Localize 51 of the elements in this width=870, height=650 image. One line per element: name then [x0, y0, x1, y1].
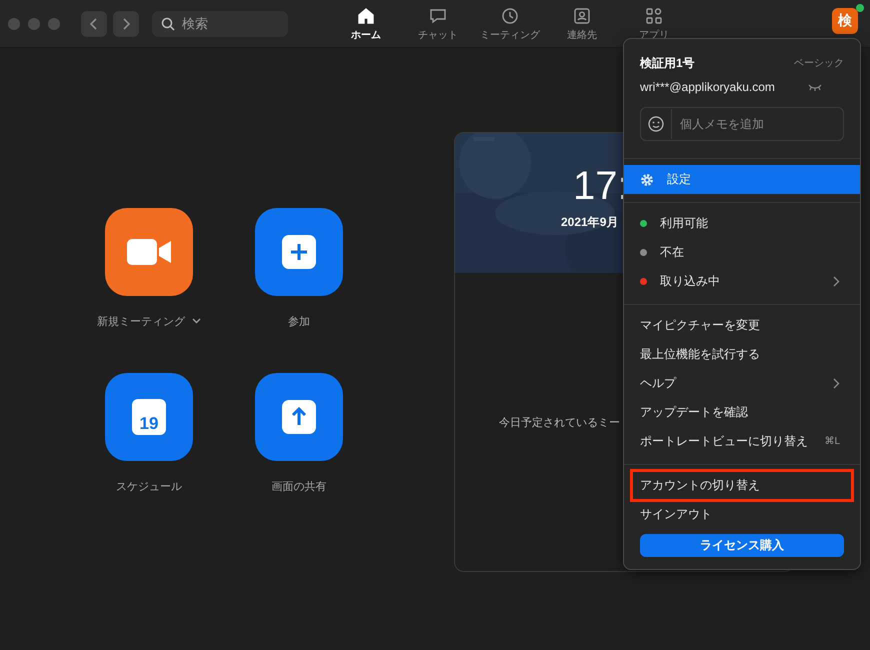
- action-label: 画面の共有: [272, 480, 326, 494]
- search-input[interactable]: 検索: [180, 15, 274, 32]
- action-button[interactable]: 19: [105, 373, 193, 461]
- empty-message: 今日予定されているミー: [499, 416, 620, 430]
- clock-icon: [501, 7, 519, 25]
- chevron-icon: [833, 276, 840, 287]
- chevron-icon: [833, 378, 840, 389]
- nav-tab[interactable]: チャット: [402, 5, 474, 42]
- nav-tab[interactable]: ミーティング: [474, 5, 546, 42]
- forward-button[interactable]: [113, 10, 139, 36]
- action-label: 新規ミーティング: [97, 314, 185, 328]
- chat-bubble-icon: [429, 7, 447, 25]
- action-button[interactable]: [105, 208, 193, 296]
- nav-tab[interactable]: 連絡先: [546, 5, 618, 42]
- action-label: 参加: [288, 314, 310, 328]
- apps-grid-icon: [645, 7, 663, 25]
- memo-field[interactable]: 個人メモを追加: [640, 107, 844, 141]
- back-button[interactable]: [81, 10, 107, 36]
- contact-card-icon: [573, 7, 591, 25]
- video-camera-icon: [127, 239, 171, 265]
- menu-item[interactable]: サインアウト: [624, 500, 860, 529]
- action-label: スケジュール: [116, 480, 182, 494]
- menu-item[interactable]: ヘルプ: [624, 369, 860, 398]
- status-menu-item[interactable]: 利用可能: [624, 209, 860, 238]
- memo-input[interactable]: 個人メモを追加: [678, 116, 842, 132]
- shortcut-label: ⌘L: [824, 436, 840, 447]
- plus-icon: [282, 235, 316, 269]
- caret-icon[interactable]: [192, 318, 201, 324]
- status-menu-item[interactable]: 取り込み中: [624, 267, 860, 296]
- smiley-icon: [648, 116, 664, 132]
- email-text: wri***@applikoryaku.com: [640, 80, 775, 94]
- status-menu-item[interactable]: 不在: [624, 238, 860, 267]
- settings-menu-item[interactable]: 設定: [624, 165, 860, 194]
- settings-icon: [640, 172, 654, 186]
- menu-item[interactable]: アップデートを確認: [624, 398, 860, 427]
- menu-item[interactable]: 最上位機能を試行する: [624, 340, 860, 369]
- closed-eye-icon[interactable]: [808, 83, 822, 91]
- license-button[interactable]: ライセンス購入: [640, 534, 844, 557]
- search-field[interactable]: 検索: [152, 10, 288, 36]
- menu-item[interactable]: ポートレートビューに切り替え ⌘L: [624, 427, 860, 456]
- plan-label: ベーシック: [794, 57, 844, 70]
- date-text: 2021年9月: [561, 214, 618, 231]
- calendar-icon: 19: [132, 399, 166, 435]
- action-button[interactable]: [255, 373, 343, 461]
- menu-item[interactable]: マイピクチャーを変更: [624, 311, 860, 340]
- search-icon: [161, 16, 175, 30]
- action-button[interactable]: [255, 208, 343, 296]
- menu-item[interactable]: アカウントの切り替え: [630, 469, 854, 502]
- nav-tab[interactable]: ホーム: [330, 5, 402, 42]
- home-icon: [357, 7, 375, 25]
- user-name: 検証用1号: [640, 54, 695, 72]
